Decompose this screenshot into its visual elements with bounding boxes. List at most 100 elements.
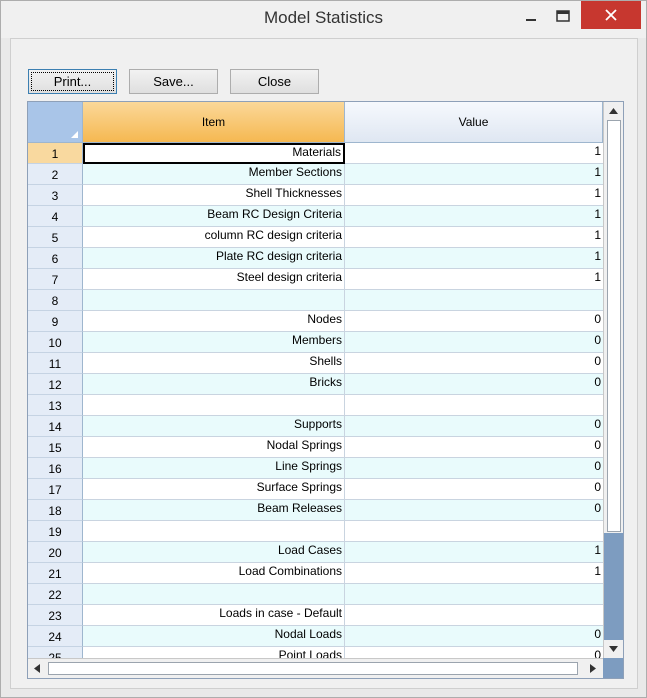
item-cell[interactable]: Surface Springs (83, 479, 345, 500)
item-cell[interactable]: column RC design criteria (83, 227, 345, 248)
column-header-item[interactable]: Item (83, 102, 345, 143)
row-number[interactable]: 12 (28, 374, 83, 395)
item-cell[interactable]: Nodal Loads (83, 626, 345, 647)
table-row[interactable]: 19 (28, 521, 603, 542)
item-cell[interactable]: Shells (83, 353, 345, 374)
row-number[interactable]: 24 (28, 626, 83, 647)
item-cell[interactable]: Steel design criteria (83, 269, 345, 290)
value-cell[interactable]: 0 (345, 332, 603, 353)
row-number[interactable]: 20 (28, 542, 83, 563)
table-row[interactable]: 20 Load Cases 1 (28, 542, 603, 563)
vertical-scroll-track[interactable] (604, 533, 623, 640)
table-row[interactable]: 18 Beam Releases 0 (28, 500, 603, 521)
item-cell[interactable]: Load Cases (83, 542, 345, 563)
row-number[interactable]: 16 (28, 458, 83, 479)
item-cell[interactable] (83, 290, 345, 311)
scroll-down-button[interactable] (604, 640, 623, 657)
table-row[interactable]: 13 (28, 395, 603, 416)
value-cell[interactable] (345, 584, 603, 605)
table-row[interactable]: 2 Member Sections 1 (28, 164, 603, 185)
column-header-value[interactable]: Value (345, 102, 603, 143)
maximize-button[interactable] (547, 1, 579, 31)
table-row[interactable]: 12 Bricks 0 (28, 374, 603, 395)
print-button[interactable]: Print... (28, 69, 117, 94)
table-row[interactable]: 23 Loads in case - Default (28, 605, 603, 626)
table-row[interactable]: 21 Load Combinations 1 (28, 563, 603, 584)
row-number[interactable]: 21 (28, 563, 83, 584)
row-number[interactable]: 19 (28, 521, 83, 542)
item-cell[interactable]: Load Combinations (83, 563, 345, 584)
row-number[interactable]: 9 (28, 311, 83, 332)
table-row[interactable]: 14 Supports 0 (28, 416, 603, 437)
value-cell[interactable]: 0 (345, 458, 603, 479)
value-cell[interactable]: 0 (345, 374, 603, 395)
row-number[interactable]: 10 (28, 332, 83, 353)
scroll-up-button[interactable] (604, 102, 623, 119)
value-cell[interactable]: 1 (345, 269, 603, 290)
value-cell[interactable]: 1 (345, 164, 603, 185)
value-cell[interactable]: 1 (345, 563, 603, 584)
item-cell[interactable]: Beam Releases (83, 500, 345, 521)
table-row[interactable]: 24 Nodal Loads 0 (28, 626, 603, 647)
scroll-left-button[interactable] (28, 660, 46, 677)
row-number[interactable]: 15 (28, 437, 83, 458)
row-number[interactable]: 2 (28, 164, 83, 185)
table-row[interactable]: 11 Shells 0 (28, 353, 603, 374)
select-all-corner[interactable] (28, 102, 83, 143)
item-cell[interactable]: Nodal Springs (83, 437, 345, 458)
item-cell[interactable]: Loads in case - Default (83, 605, 345, 626)
scroll-right-button[interactable] (584, 660, 602, 677)
value-cell[interactable]: 1 (345, 542, 603, 563)
item-cell[interactable]: Line Springs (83, 458, 345, 479)
item-cell[interactable]: Shell Thicknesses (83, 185, 345, 206)
table-row[interactable]: 16 Line Springs 0 (28, 458, 603, 479)
vertical-scroll-thumb[interactable] (607, 120, 621, 532)
row-number[interactable]: 22 (28, 584, 83, 605)
item-cell[interactable]: Member Sections (83, 164, 345, 185)
value-cell[interactable]: 0 (345, 479, 603, 500)
value-cell[interactable]: 0 (345, 353, 603, 374)
row-number[interactable]: 4 (28, 206, 83, 227)
row-number[interactable]: 17 (28, 479, 83, 500)
value-cell[interactable]: 1 (345, 185, 603, 206)
value-cell[interactable]: 0 (345, 311, 603, 332)
value-cell[interactable]: 1 (345, 248, 603, 269)
item-cell[interactable]: Plate RC design criteria (83, 248, 345, 269)
table-row[interactable]: 17 Surface Springs 0 (28, 479, 603, 500)
minimize-button[interactable] (515, 1, 547, 31)
value-cell[interactable]: 1 (345, 206, 603, 227)
title-bar[interactable]: Model Statistics (1, 1, 646, 38)
item-cell[interactable]: Nodes (83, 311, 345, 332)
table-row[interactable]: 10 Members 0 (28, 332, 603, 353)
row-number[interactable]: 14 (28, 416, 83, 437)
vertical-scrollbar[interactable] (603, 102, 623, 658)
table-row[interactable]: 22 (28, 584, 603, 605)
save-button[interactable]: Save... (129, 69, 218, 94)
horizontal-scroll-thumb[interactable] (48, 662, 578, 675)
row-number[interactable]: 8 (28, 290, 83, 311)
table-row[interactable]: 8 (28, 290, 603, 311)
table-row[interactable]: 1 Materials 1 (28, 143, 603, 164)
table-row[interactable]: 15 Nodal Springs 0 (28, 437, 603, 458)
item-cell[interactable] (83, 521, 345, 542)
row-number[interactable]: 3 (28, 185, 83, 206)
value-cell[interactable] (345, 605, 603, 626)
row-number[interactable]: 1 (28, 143, 83, 164)
item-cell[interactable]: Beam RC Design Criteria (83, 206, 345, 227)
item-cell[interactable]: Bricks (83, 374, 345, 395)
value-cell[interactable]: 0 (345, 626, 603, 647)
value-cell[interactable] (345, 521, 603, 542)
value-cell[interactable]: 0 (345, 437, 603, 458)
row-number[interactable]: 5 (28, 227, 83, 248)
row-number[interactable]: 11 (28, 353, 83, 374)
value-cell[interactable] (345, 290, 603, 311)
value-cell[interactable]: 1 (345, 227, 603, 248)
value-cell[interactable]: 1 (345, 143, 603, 164)
row-number[interactable]: 13 (28, 395, 83, 416)
row-number[interactable]: 6 (28, 248, 83, 269)
item-cell[interactable] (83, 395, 345, 416)
item-cell[interactable] (83, 584, 345, 605)
item-cell[interactable]: Supports (83, 416, 345, 437)
table-row[interactable]: 5 column RC design criteria 1 (28, 227, 603, 248)
row-number[interactable]: 23 (28, 605, 83, 626)
